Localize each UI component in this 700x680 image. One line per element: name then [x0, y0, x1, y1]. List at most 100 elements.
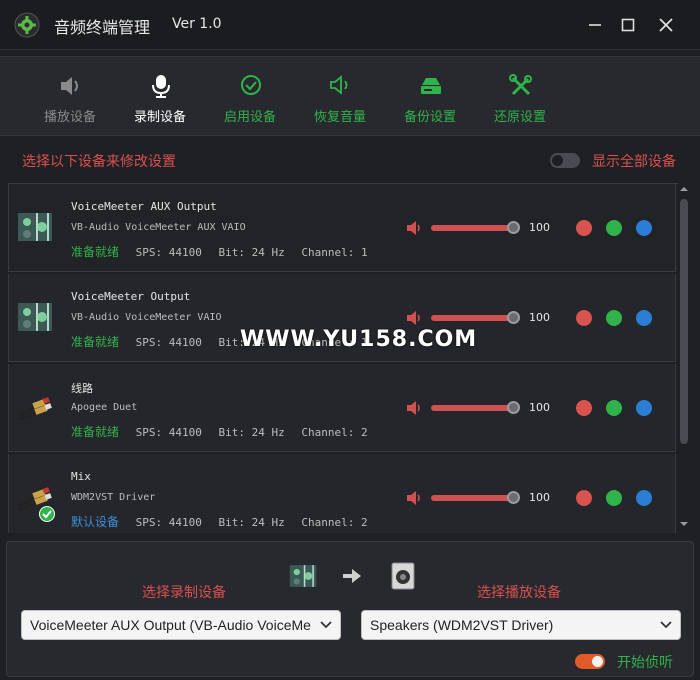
- device-list-scrollbar[interactable]: [678, 185, 690, 530]
- start-listening-label[interactable]: 开始侦听: [617, 652, 673, 672]
- title-bar: 音频终端管理 Ver 1.0: [0, 0, 700, 50]
- volume-slider-handle[interactable]: [507, 221, 520, 234]
- recording-device-icon: [289, 565, 317, 587]
- device-row[interactable]: VoiceMeeter AUX Output VB-Audio VoiceMee…: [8, 184, 676, 272]
- tab-enable-device[interactable]: 启用设备: [205, 57, 295, 137]
- volume-icon[interactable]: [405, 489, 425, 507]
- minimize-button[interactable]: [582, 12, 608, 38]
- gear-logo-icon: [14, 12, 40, 38]
- listen-toggle[interactable]: [575, 654, 605, 669]
- volume-value: 100: [529, 401, 550, 414]
- scroll-up-icon[interactable]: [680, 185, 688, 193]
- watermark-text: WWW.YU158.COM: [240, 327, 478, 352]
- device-description: Apogee Duet: [71, 402, 138, 413]
- tab-label: 播放设备: [43, 110, 96, 125]
- device-status: 默认设备: [71, 515, 120, 529]
- device-bit: Bit: 24 Hz: [218, 516, 285, 529]
- device-name: VoiceMeeter Output: [71, 290, 191, 303]
- record-device-select[interactable]: VoiceMeeter AUX Output (VB-Audio VoiceMe: [21, 610, 341, 640]
- device-info: 默认设备 SPS: 44100 Bit: 24 Hz Channel: 2: [71, 513, 378, 530]
- record-device-label: 选择录制设备: [142, 585, 226, 601]
- device-status: 准备就绪: [71, 425, 120, 439]
- device-sps: SPS: 44100: [135, 426, 202, 439]
- arrow-right-icon: [343, 569, 361, 583]
- routing-panel: 选择录制设备 选择播放设备 VoiceMeeter AUX Output (VB…: [6, 541, 694, 677]
- record-device-value: VoiceMeeter AUX Output (VB-Audio VoiceMe: [30, 617, 311, 633]
- show-all-label[interactable]: 显示全部设备: [592, 151, 676, 171]
- device-sps: SPS: 44100: [135, 336, 202, 349]
- blue-dot-button[interactable]: [636, 490, 652, 506]
- playback-device-select[interactable]: Speakers (WDM2VST Driver): [361, 610, 681, 640]
- volume-icon[interactable]: [405, 309, 425, 327]
- device-channel: Channel: 1: [301, 246, 368, 259]
- app-window: 音频终端管理 Ver 1.0 播放设备 录制设备 启用设备 恢复音量 备份设置 …: [0, 0, 700, 680]
- playback-device-value: Speakers (WDM2VST Driver): [370, 617, 554, 633]
- device-status: 准备就绪: [71, 335, 120, 349]
- device-name: Mix: [71, 470, 91, 483]
- blue-dot-button[interactable]: [636, 310, 652, 326]
- volume-value: 100: [529, 311, 550, 324]
- voicemeeter-icon: [18, 303, 52, 331]
- green-dot-button[interactable]: [606, 220, 622, 236]
- minimize-icon: [589, 24, 601, 26]
- tab-playback-devices[interactable]: 播放设备: [25, 57, 115, 137]
- blue-dot-button[interactable]: [636, 400, 652, 416]
- device-sps: SPS: 44100: [135, 516, 202, 529]
- scrollbar-thumb[interactable]: [680, 199, 688, 444]
- toggle-knob: [592, 656, 603, 667]
- volume-slider-handle[interactable]: [507, 401, 520, 414]
- tab-label: 启用设备: [223, 110, 276, 125]
- red-dot-button[interactable]: [576, 310, 592, 326]
- tab-recording-devices[interactable]: 录制设备: [115, 57, 205, 137]
- tab-label: 备份设置: [403, 110, 456, 125]
- volume-slider-handle[interactable]: [507, 311, 520, 324]
- tab-label: 恢复音量: [313, 110, 366, 125]
- device-row[interactable]: Mix WDM2VST Driver 默认设备 SPS: 44100 Bit: …: [8, 454, 676, 533]
- green-dot-button[interactable]: [606, 310, 622, 326]
- chevron-down-icon: [320, 621, 332, 629]
- maximize-button[interactable]: [615, 12, 641, 38]
- speaker-icon: [61, 77, 78, 95]
- volume-slider-track[interactable]: [431, 315, 515, 321]
- microphone-icon: [152, 75, 170, 98]
- blue-dot-button[interactable]: [636, 220, 652, 236]
- backup-icon: [421, 78, 441, 94]
- green-dot-button[interactable]: [606, 400, 622, 416]
- red-dot-button[interactable]: [576, 400, 592, 416]
- device-bit: Bit: 24 Hz: [218, 426, 285, 439]
- volume-slider-track[interactable]: [431, 495, 515, 501]
- volume-icon[interactable]: [405, 399, 425, 417]
- rca-cable-icon: [18, 397, 52, 421]
- volume-slider-track[interactable]: [431, 405, 515, 411]
- tab-restore-volume[interactable]: 恢复音量: [295, 57, 385, 137]
- volume-slider-handle[interactable]: [507, 491, 520, 504]
- device-info: 准备就绪 SPS: 44100 Bit: 24 Hz Channel: 1: [71, 243, 378, 260]
- tools-icon: [509, 74, 532, 96]
- device-info: 准备就绪 SPS: 44100 Bit: 24 Hz Channel: 2: [71, 423, 378, 440]
- close-button[interactable]: [653, 12, 679, 38]
- default-check-icon: [39, 506, 55, 522]
- show-all-toggle[interactable]: [550, 153, 580, 168]
- red-dot-button[interactable]: [576, 220, 592, 236]
- voicemeeter-icon: [18, 213, 52, 241]
- playback-speaker-icon: [391, 562, 415, 590]
- green-dot-button[interactable]: [606, 490, 622, 506]
- red-dot-button[interactable]: [576, 490, 592, 506]
- tab-label: 还原设置: [493, 110, 546, 125]
- close-icon: [659, 18, 673, 32]
- check-circle-icon: [241, 75, 261, 95]
- volume-value: 100: [529, 221, 550, 234]
- device-list: VoiceMeeter AUX Output VB-Audio VoiceMee…: [8, 183, 678, 533]
- volume-icon[interactable]: [405, 219, 425, 237]
- tab-backup-settings[interactable]: 备份设置: [385, 57, 475, 137]
- maximize-icon: [621, 18, 635, 32]
- scroll-down-icon[interactable]: [680, 520, 688, 528]
- chevron-down-icon: [660, 621, 672, 629]
- device-channel: Channel: 2: [301, 426, 368, 439]
- select-device-hint: 选择以下设备来修改设置: [22, 154, 176, 170]
- device-row[interactable]: 线路 Apogee Duet 准备就绪 SPS: 44100 Bit: 24 H…: [8, 364, 676, 452]
- device-description: VB-Audio VoiceMeeter VAIO: [71, 312, 222, 323]
- tab-restore-settings[interactable]: 还原设置: [475, 57, 565, 137]
- volume-slider-track[interactable]: [431, 225, 515, 231]
- volume-restore-icon: [330, 75, 348, 95]
